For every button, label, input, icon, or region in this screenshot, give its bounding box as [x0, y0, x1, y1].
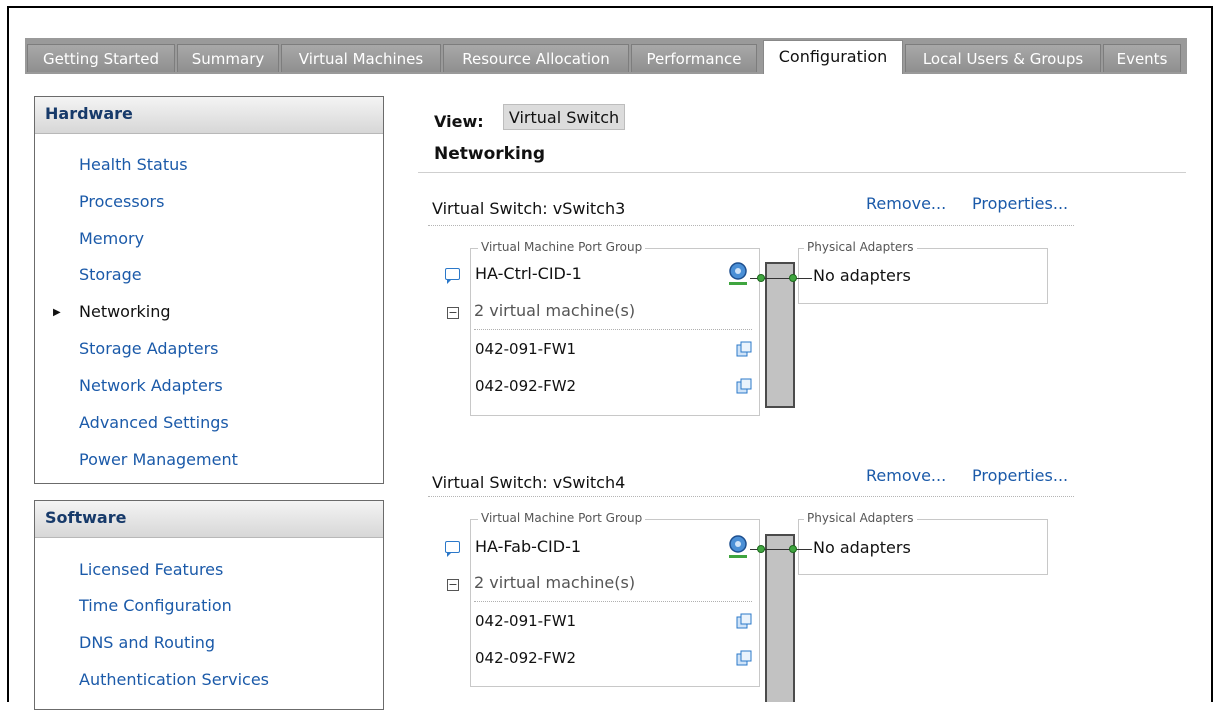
tab-virtual-machines[interactable]: Virtual Machines	[281, 44, 441, 72]
tab-getting-started[interactable]: Getting Started	[27, 44, 175, 72]
vswitch3-port-group-name[interactable]: HA-Ctrl-CID-1	[475, 264, 582, 283]
sidebar-item-storage-adapters[interactable]: Storage Adapters	[79, 339, 219, 358]
vm-row[interactable]: 042-091-FW1	[475, 340, 576, 358]
sidebar-item-processors[interactable]: Processors	[79, 192, 164, 211]
tab-configuration[interactable]: Configuration	[763, 40, 903, 74]
vswitch4-vm-count: 2 virtual machine(s)	[474, 573, 636, 592]
sidebar-item-dns-routing[interactable]: DNS and Routing	[79, 633, 215, 652]
divider	[418, 172, 1186, 173]
vswitch4-remove-link[interactable]: Remove...	[866, 466, 946, 485]
vswitch4-port-group-legend: Virtual Machine Port Group	[478, 511, 646, 525]
sidebar-item-time-configuration[interactable]: Time Configuration	[79, 596, 232, 615]
network-adapter-icon[interactable]	[727, 262, 749, 286]
vswitch3-title: Virtual Switch: vSwitch3	[432, 199, 626, 218]
sidebar-item-licensed-features[interactable]: Licensed Features	[79, 560, 223, 579]
tab-summary[interactable]: Summary	[177, 44, 279, 72]
connector-dot	[757, 545, 765, 553]
vswitch3-properties-link[interactable]: Properties...	[972, 194, 1068, 213]
selected-arrow-icon: ▶	[53, 307, 61, 318]
tab-bar: Getting Started Summary Virtual Machines…	[25, 38, 1187, 76]
vswitch3-remove-link[interactable]: Remove...	[866, 194, 946, 213]
tab-resource-allocation[interactable]: Resource Allocation	[443, 44, 629, 72]
connector-dot	[789, 545, 797, 553]
vswitch3-vm-count: 2 virtual machine(s)	[474, 301, 636, 320]
sidebar-item-power-management[interactable]: Power Management	[79, 450, 238, 469]
vm-row[interactable]: 042-092-FW2	[475, 649, 576, 667]
collapse-icon[interactable]: −	[447, 307, 459, 319]
vswitch4-properties-link[interactable]: Properties...	[972, 466, 1068, 485]
vm-icon[interactable]	[736, 613, 752, 629]
vswitch4-port-group-name[interactable]: HA-Fab-CID-1	[475, 537, 581, 556]
vm-icon[interactable]	[736, 341, 752, 357]
tab-performance[interactable]: Performance	[631, 44, 757, 72]
connector-dot	[789, 274, 797, 282]
view-label: View:	[434, 112, 484, 131]
vm-row[interactable]: 042-092-FW2	[475, 377, 576, 395]
divider	[474, 329, 752, 330]
vswitch3-physical-value: No adapters	[813, 266, 911, 285]
port-group-icon[interactable]	[445, 541, 460, 557]
port-group-icon[interactable]	[445, 268, 460, 284]
vm-row[interactable]: 042-091-FW1	[475, 612, 576, 630]
collapse-icon[interactable]: −	[447, 579, 459, 591]
vswitch4-physical-legend: Physical Adapters	[804, 511, 917, 525]
divider	[428, 496, 1074, 497]
sidebar-item-advanced-settings[interactable]: Advanced Settings	[79, 413, 229, 432]
sidebar-item-storage[interactable]: Storage	[79, 265, 142, 284]
sidebar-item-health-status[interactable]: Health Status	[79, 155, 188, 174]
vswitch3-port-group-legend: Virtual Machine Port Group	[478, 240, 646, 254]
divider	[474, 601, 752, 602]
software-panel: Software Licensed Features Time Configur…	[34, 500, 384, 710]
vm-icon[interactable]	[736, 378, 752, 394]
divider	[428, 225, 1074, 226]
vswitch3-switch-bar	[765, 262, 795, 408]
sidebar-item-authentication-services[interactable]: Authentication Services	[79, 670, 269, 689]
tab-local-users-groups[interactable]: Local Users & Groups	[905, 44, 1101, 72]
sidebar-item-networking[interactable]: Networking	[79, 302, 171, 321]
software-panel-title: Software	[35, 501, 383, 538]
connector-dot	[757, 274, 765, 282]
vswitch4-title: Virtual Switch: vSwitch4	[432, 473, 626, 492]
vswitch4-switch-bar	[765, 534, 795, 702]
vswitch3-physical-legend: Physical Adapters	[804, 240, 917, 254]
vswitch4-physical-value: No adapters	[813, 538, 911, 557]
hardware-panel: Hardware Health Status Processors Memory…	[34, 96, 384, 484]
network-adapter-icon[interactable]	[727, 535, 749, 559]
page-title: Networking	[434, 144, 546, 164]
view-select[interactable]: Virtual Switch	[503, 104, 625, 130]
hardware-panel-title: Hardware	[35, 97, 383, 134]
vm-icon[interactable]	[736, 650, 752, 666]
sidebar-item-network-adapters[interactable]: Network Adapters	[79, 376, 223, 395]
tab-events[interactable]: Events	[1103, 44, 1181, 72]
sidebar-item-memory[interactable]: Memory	[79, 229, 144, 248]
